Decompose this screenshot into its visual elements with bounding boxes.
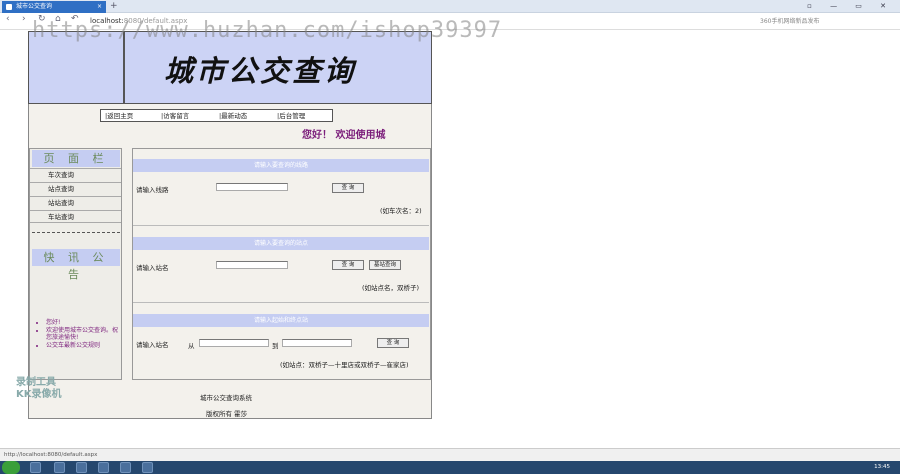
search-suggestion[interactable]: 360手机网络新品发布 <box>760 16 819 25</box>
route-search-button[interactable]: 查 询 <box>332 183 364 193</box>
menu-guestbook[interactable]: |访客留言 <box>161 111 189 121</box>
taskbar-app-icon[interactable] <box>142 462 153 473</box>
notice-heading: 快 讯 公 告 <box>32 249 120 281</box>
recorder-line2: KK录像机 <box>16 389 62 400</box>
footer-copyright: 版权所有 霍莎 <box>206 410 248 418</box>
station-section-heading: 请输入要查询的站点 <box>133 237 429 250</box>
separator <box>133 302 429 303</box>
route-section-heading: 请输入要查询的线路 <box>133 159 429 172</box>
notice-item[interactable]: 欢迎使用城市公交查询。祝您旅途愉快! <box>46 327 120 342</box>
window-controls[interactable]: ▫ — ▭ ✕ <box>807 0 894 13</box>
browser-tab[interactable]: 城市公交查询 × <box>2 1 106 13</box>
forward-icon[interactable]: › <box>22 14 26 24</box>
start-button[interactable] <box>2 461 20 474</box>
recorder-watermark: 录制工具 KK录像机 <box>16 377 62 401</box>
tab-title: 城市公交查询 <box>16 3 53 10</box>
from-label: 从 <box>188 342 195 350</box>
transfer-hint: (如站点：双桥子—十里店或双桥子—崔家店) <box>280 361 409 369</box>
taskbar <box>0 461 900 474</box>
sidebar-item-stop[interactable]: 车站查询 <box>30 210 121 223</box>
browser-tab-bar <box>0 0 900 13</box>
route-hint: (如车次名：2) <box>380 207 422 215</box>
notice-list: 您好! 欢迎使用城市公交查询。祝您旅途愉快! 公交车最新公交规则 <box>40 319 120 349</box>
menu-news[interactable]: |最新动态 <box>219 111 247 121</box>
station-hint: (如站点名，双桥子) <box>362 284 420 292</box>
site-watermark: https://www.huzhan.com/ishop39397 <box>32 18 503 43</box>
route-input[interactable] <box>216 183 288 191</box>
new-tab-button[interactable]: + <box>110 0 118 13</box>
transfer-search-button[interactable]: 查 询 <box>377 338 409 348</box>
taskbar-app-icon[interactable] <box>30 462 41 473</box>
taskbar-clock: 13:45 <box>874 464 890 470</box>
welcome-text: 您好！ 欢迎使用城 <box>302 130 386 141</box>
taskbar-app-icon[interactable] <box>120 462 131 473</box>
transfer-label: 请输入站名 <box>136 341 169 349</box>
notice-item[interactable]: 您好! <box>46 319 120 327</box>
favicon-icon <box>6 4 12 10</box>
taskbar-app-icon[interactable] <box>54 462 65 473</box>
station-input[interactable] <box>216 261 288 269</box>
menu-admin[interactable]: |后台管理 <box>277 111 305 121</box>
base-station-search-button[interactable]: 基站查询 <box>369 260 401 270</box>
sidebar-divider <box>32 232 120 233</box>
sidebar-item-station[interactable]: 站点查询 <box>30 182 121 195</box>
notice-item[interactable]: 公交车最新公交规则 <box>46 342 120 350</box>
station-label: 请输入站名 <box>136 264 169 272</box>
sidebar-item-route[interactable]: 车次查询 <box>30 168 121 181</box>
separator <box>133 225 429 226</box>
to-label: 到 <box>272 342 279 350</box>
menu-home[interactable]: |返回主页 <box>105 111 133 121</box>
taskbar-app-icon[interactable] <box>98 462 109 473</box>
page-title: 城市公交查询 <box>164 54 357 88</box>
to-station-input[interactable] <box>282 339 352 347</box>
footer-system-name: 城市公交查询系统 <box>200 394 252 402</box>
transfer-section-heading: 请输入起始和终点站 <box>133 314 429 327</box>
sidebar-item-transfer[interactable]: 站站查询 <box>30 196 121 209</box>
route-label: 请输入线路 <box>136 186 169 194</box>
from-station-input[interactable] <box>199 339 269 347</box>
status-bar: http://localhost:8080/default.aspx <box>0 448 900 461</box>
close-tab-icon[interactable]: × <box>97 1 102 13</box>
recorder-line1: 录制工具 <box>16 377 56 388</box>
taskbar-app-icon[interactable] <box>76 462 87 473</box>
top-menu: |返回主页 |访客留言 |最新动态 |后台管理 <box>100 109 333 122</box>
station-search-button[interactable]: 查 询 <box>332 260 364 270</box>
sidebar-heading: 页 面 栏 <box>32 150 120 167</box>
back-icon[interactable]: ‹ <box>6 14 10 24</box>
